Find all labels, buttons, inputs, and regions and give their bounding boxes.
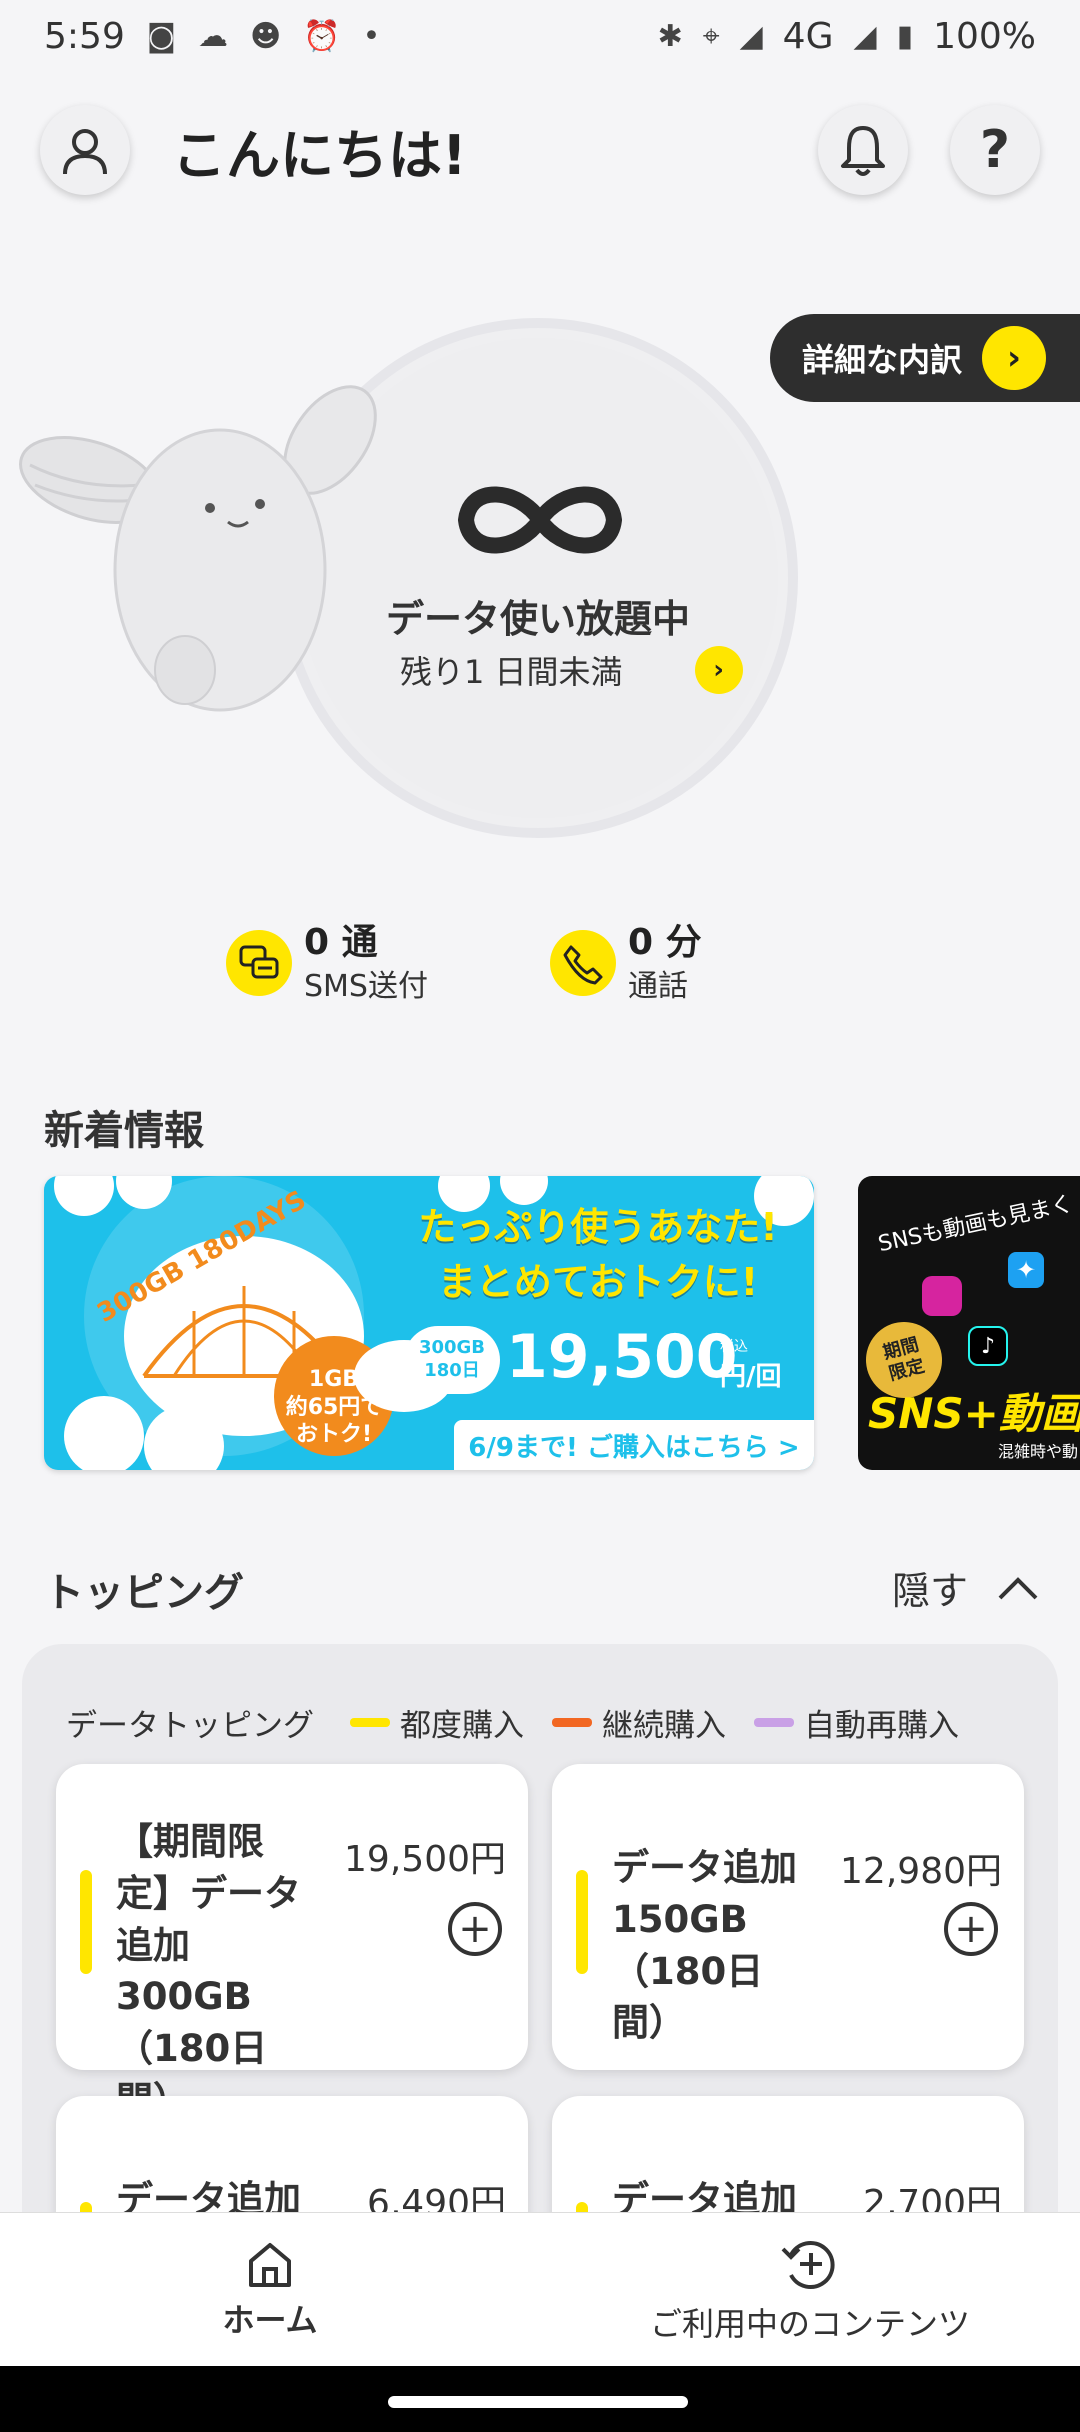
battery-icon: ▮ (896, 18, 914, 54)
add-content-icon (781, 2240, 835, 2289)
user-icon (63, 129, 107, 175)
home-icon (249, 2242, 291, 2287)
topping-card[interactable]: 【期間限定】データ追加300GB（180日間） 19,500円 + (56, 1764, 528, 2122)
sms-count: 0 通 (304, 922, 378, 963)
purchase-type-bar (80, 1870, 92, 1974)
profile-button[interactable] (40, 105, 130, 195)
banner-cta[interactable]: 6/9まで! ご購入はこちら > (454, 1420, 814, 1470)
legend-swatch-continuous (552, 1718, 592, 1727)
twitter-icon: ✦ (1008, 1252, 1044, 1288)
legend-auto: 自動再購入 (804, 1708, 959, 1744)
battery-level: 100% (933, 15, 1036, 57)
greeting-title: こんにちは! (172, 123, 467, 187)
topping-section-title: トッピング (44, 1570, 244, 1616)
plus-icon: + (458, 1906, 492, 1952)
detail-breakdown-button[interactable]: 詳細な内訳 › (770, 314, 1080, 402)
topping-name: 【期間限定】データ追加300GB（180日間） (116, 1820, 301, 2122)
banner-unit: 円/回 (720, 1362, 782, 1392)
banner-tax: 税込 (720, 1339, 748, 1355)
headline-line-1: たっぷり使うあなた! (418, 1205, 778, 1249)
status-time: 5:59 (44, 15, 125, 57)
network-type: 4G (782, 15, 834, 57)
hide-label: 隠す (892, 1569, 969, 1613)
topping-name: データ追加150GB（180日間） (612, 1846, 797, 2045)
legend-swatch-auto (754, 1718, 794, 1727)
app-icon: ☻ (249, 18, 282, 54)
call-usage: 0 分 通話 (550, 920, 702, 1006)
plan-days: 180日 (424, 1360, 480, 1382)
question-icon: ? (979, 120, 1011, 180)
tiktok-icon: ♪ (968, 1326, 1008, 1366)
home-gesture-handle[interactable] (388, 2396, 688, 2408)
status-bar: 5:59 ◙ ☁ ☻ ⏰ • ✱ ⌖ ◢ 4G ◢ ▮ 100% (0, 0, 1080, 72)
chevron-right-icon: › (982, 326, 1047, 390)
legend-continuous: 継続購入 (602, 1708, 726, 1744)
banner2-sub: 混雑時や動 (998, 1442, 1079, 1461)
call-minutes: 0 分 (628, 922, 702, 963)
instagram-icon (922, 1276, 962, 1316)
purchase-type-bar (576, 1870, 588, 1974)
add-topping-button[interactable]: + (944, 1902, 998, 1956)
nav-contents[interactable]: ご利用中のコンテンツ (540, 2213, 1080, 2366)
more-dot-icon: • (362, 18, 381, 54)
chevron-up-icon (998, 1576, 1038, 1599)
remaining-period[interactable]: 残り1 日間未満 › (400, 646, 743, 694)
bell-icon (841, 126, 885, 176)
data-status-label: データ使い放題中 (385, 597, 690, 641)
notification-icon: ◙ (146, 18, 176, 54)
phone-icon (550, 929, 616, 996)
campaign-banner-data-300gb[interactable]: 300GB 180DAYS 1GB 約65円で おトク! たっぷり使うあなた! … (44, 1176, 814, 1470)
topping-legend: データトッピング 都度購入 継続購入 自動再購入 (66, 1700, 959, 1745)
bubble-line-1: 1GB (308, 1367, 360, 1392)
app-header: こんにちは! ? (40, 100, 1040, 200)
help-button[interactable]: ? (950, 105, 1040, 195)
campaign-banner-sns-video[interactable]: SNSも動画も見まく ✦ ♪ 期間 限定 SNS+動画 混雑時や動 (858, 1176, 1080, 1470)
plus-icon: + (954, 1906, 988, 1952)
notifications-button[interactable] (818, 105, 908, 195)
bubble-line-3: おトク! (295, 1422, 373, 1447)
detail-breakdown-label: 詳細な内訳 (802, 341, 963, 379)
banner-bubble: 1GB 約65円で おトク! (274, 1366, 394, 1449)
nav-home-label: ホーム (222, 2300, 318, 2339)
panel-title: データトッピング (66, 1708, 314, 1744)
add-topping-button[interactable]: + (448, 1902, 502, 1956)
legend-swatch-onetime (350, 1718, 390, 1727)
weather-icon: ☁ (197, 18, 228, 54)
hide-topping-toggle[interactable]: 隠す (892, 1560, 1040, 1615)
topping-card[interactable]: データ追加150GB（180日間） 12,980円 + (552, 1764, 1024, 2070)
plan-badge: 300GB 180日 (404, 1326, 500, 1394)
alarm-icon: ⏰ (303, 18, 341, 54)
legend-onetime: 都度購入 (400, 1708, 524, 1744)
location-icon: ⌖ (702, 18, 720, 54)
sms-label: SMS送付 (304, 968, 428, 1004)
banner2-top: SNSも動画も見まく (876, 1191, 1076, 1258)
plan-size: 300GB (418, 1337, 486, 1358)
banner-price: 19,500 (506, 1322, 738, 1392)
angel-mascot-image (19, 385, 377, 712)
sms-usage: 0 通 SMS送付 (226, 920, 428, 1006)
remaining-label: 残り1 日間未満 (400, 653, 623, 691)
chevron-right-icon: › (694, 646, 743, 694)
banner2-headline: SNS+動画 (868, 1389, 1080, 1438)
nav-home[interactable]: ホーム (0, 2213, 540, 2366)
signal-icon-2: ◢ (853, 18, 877, 54)
banner-headline: たっぷり使うあなた! まとめておトクに! (388, 1200, 808, 1310)
call-label: 通話 (628, 968, 688, 1004)
topping-price: 19,500円 (344, 1839, 506, 1880)
headline-line-2: まとめておトクに! (437, 1260, 759, 1305)
signal-icon: ◢ (739, 18, 763, 54)
infinity-icon (458, 486, 622, 554)
news-section-title: 新着情報 (44, 1108, 204, 1154)
sms-icon (226, 929, 292, 996)
bubble-line-2: 約65円で (285, 1394, 383, 1420)
nav-contents-label: ご利用中のコンテンツ (649, 2304, 970, 2343)
bluetooth-icon: ✱ (657, 18, 683, 54)
topping-price: 12,980円 (840, 1851, 1002, 1892)
bottom-navigation: ホーム ご利用中のコンテンツ (0, 2212, 1080, 2366)
